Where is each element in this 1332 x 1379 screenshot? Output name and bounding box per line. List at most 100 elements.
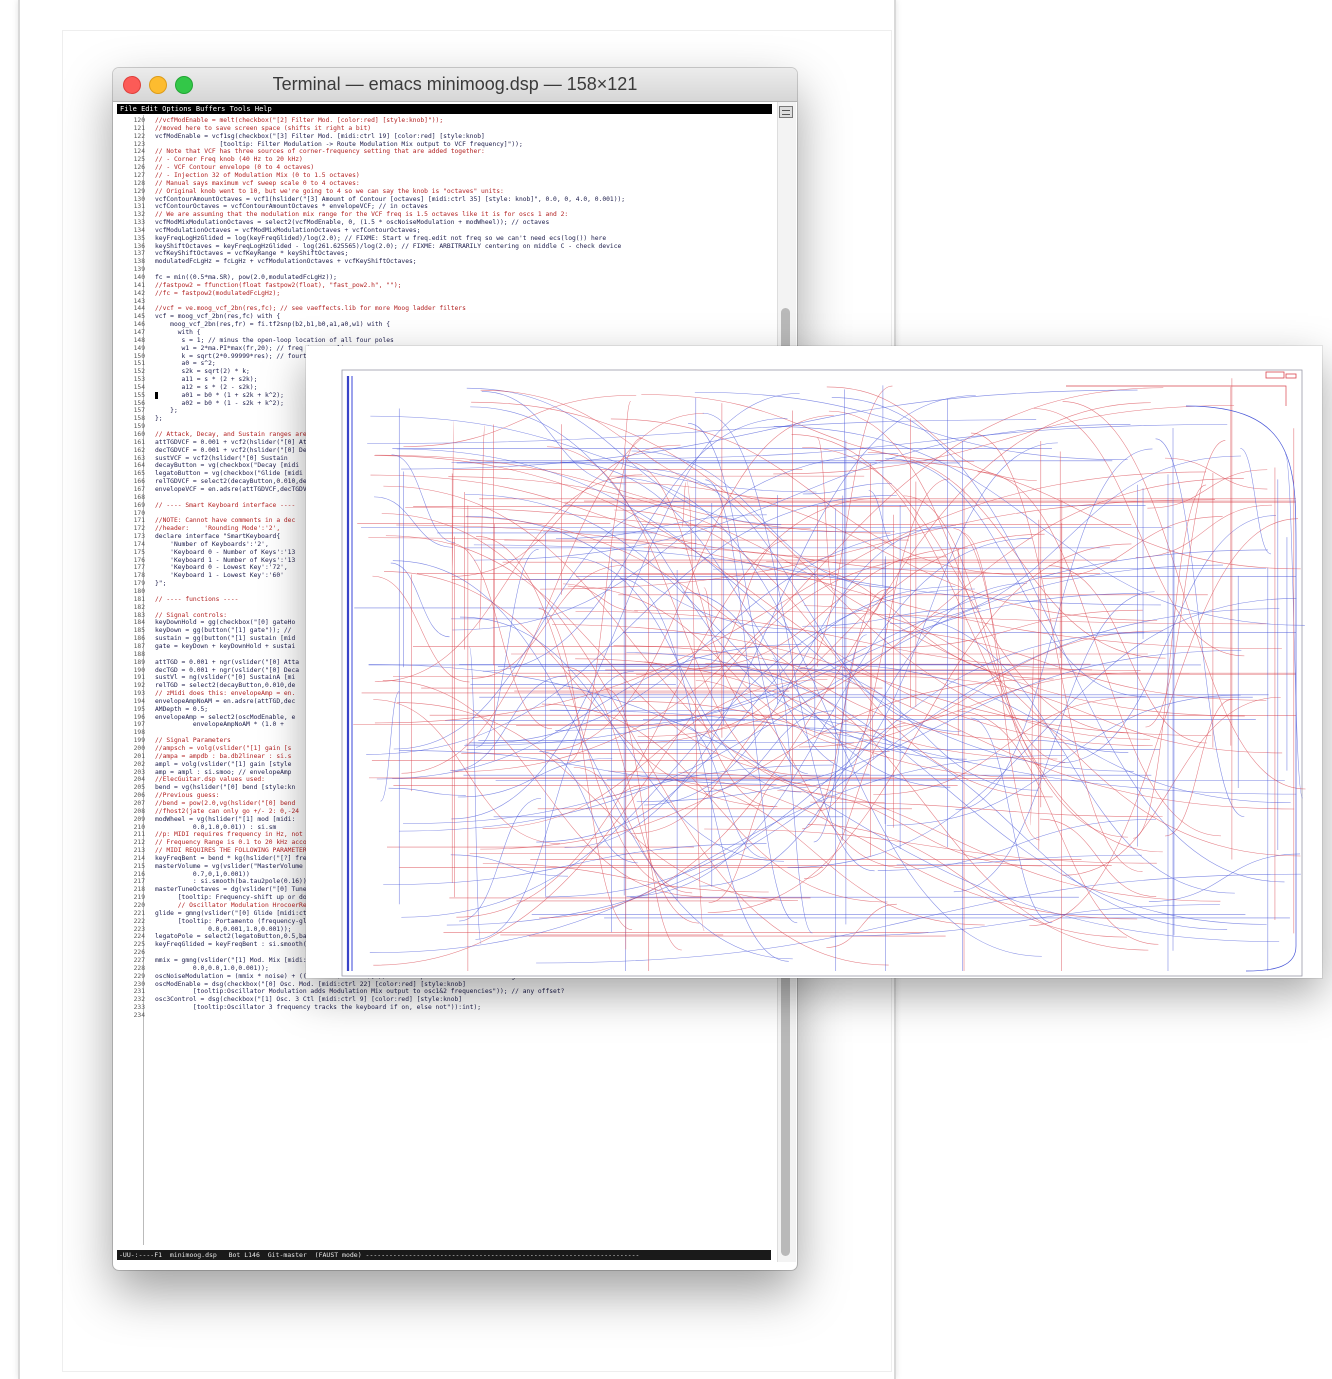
emacs-menu-bar[interactable]: File Edit Options Buffers Tools Help <box>117 104 772 114</box>
graph-output-node <box>1265 371 1285 379</box>
code-line: vcfModMixModulationOctaves = select2(vcf… <box>155 219 550 227</box>
code-line: decayButton = vg(checkbox("Decay [midi <box>155 462 300 470</box>
line-number: 227 <box>133 956 145 964</box>
line-number: 131 <box>133 203 145 211</box>
line-number: 199 <box>133 737 145 745</box>
line-number: 224 <box>133 933 145 941</box>
code-line: // Original knob went to 10, but we're g… <box>155 187 504 195</box>
graph-wire <box>446 608 1280 926</box>
graph-wire <box>804 605 1301 857</box>
code-line: //fhost2(jate can only go +/- 2: 0,-24 <box>155 807 300 815</box>
graph-wire <box>544 415 834 752</box>
graph-wire <box>616 477 1042 957</box>
graph-wire <box>1165 699 1233 837</box>
line-number: 170 <box>133 509 145 517</box>
line-number: 163 <box>133 454 145 462</box>
line-number: 133 <box>133 219 145 227</box>
code-line: relTGD = select2(decayButton,0.010,de <box>155 682 296 690</box>
line-number: 125 <box>133 156 145 164</box>
code-line: a0 = s^2; <box>155 360 216 368</box>
line-number: 213 <box>133 847 145 855</box>
line-number: 157 <box>133 407 145 415</box>
line-number: 176 <box>133 556 145 564</box>
code-line: // ---- functions ---- <box>155 595 239 603</box>
graph-wire <box>1135 504 1273 558</box>
graph-wire <box>380 691 400 802</box>
line-number: 139 <box>133 266 145 274</box>
code-line: //fc = fastpow2(modulatedFcLgHz); <box>155 289 281 297</box>
code-line: envelopeVCF = en.adsre(attTGDVCF,decTGDV… <box>155 485 311 493</box>
line-number: 196 <box>133 713 145 721</box>
line-number: 209 <box>133 815 145 823</box>
line-number: 188 <box>133 650 145 658</box>
line-number: 123 <box>133 140 145 148</box>
code-line: //ElecGuitar.dsp values used: <box>155 776 265 784</box>
line-number: 221 <box>133 909 145 917</box>
line-number: 166 <box>133 478 145 486</box>
graph-wire <box>956 710 1159 945</box>
graph-wire <box>705 479 798 924</box>
line-number: 161 <box>133 438 145 446</box>
signal-flow-graph-window[interactable] <box>306 346 1322 978</box>
graph-wire <box>547 446 810 785</box>
graph-wire <box>703 587 715 632</box>
emacs-mode-line: -UU-:----F1 minimoog.dsp Bot L146 Git-ma… <box>117 1250 771 1260</box>
line-number: 191 <box>133 674 145 682</box>
line-number: 192 <box>133 682 145 690</box>
code-line: sustain = gg(button("[1] sustain [mid <box>155 635 296 643</box>
code-line: //ampa = ampdb : ba.db2linear : si.s <box>155 752 292 760</box>
line-number: 215 <box>133 862 145 870</box>
code-line: a11 = s * (2 + s2k); <box>155 376 258 384</box>
line-number: 234 <box>133 1011 145 1019</box>
code-line: declare interface "SmartKeyboard{ <box>155 533 281 541</box>
code-line: //vcf = ve.moog_vcf_2bn(res,fc); // see … <box>155 305 466 313</box>
graph-wire <box>473 424 1131 561</box>
line-number: 219 <box>133 894 145 902</box>
line-number: 165 <box>133 470 145 478</box>
line-number: 138 <box>133 258 145 266</box>
line-number: 128 <box>133 179 145 187</box>
code-line: modulatedFcLgHz = fcLgHz + vcfModulation… <box>155 258 417 266</box>
title-bar[interactable]: Terminal — emacs minimoog.dsp — 158×121 <box>113 68 797 102</box>
graph-wire <box>372 575 470 683</box>
code-line: // Signal controls: <box>155 611 228 619</box>
line-number: 146 <box>133 321 145 329</box>
graph-wire <box>773 405 1235 475</box>
line-number: 201 <box>133 752 145 760</box>
code-line: relTGDVCF = select2(decayButton,0.010,de <box>155 478 307 486</box>
graph-wire <box>831 397 1285 883</box>
line-number: 169 <box>133 501 145 509</box>
code-line: // Signal Parameters <box>155 737 231 745</box>
code-line: // ---- Smart Keyboard interface ---- <box>155 501 296 509</box>
line-number: 193 <box>133 690 145 698</box>
graph-wire <box>802 483 892 495</box>
line-number: 158 <box>133 415 145 423</box>
graph-wire <box>374 496 454 548</box>
line-number: 225 <box>133 941 145 949</box>
code-line: s2k = sqrt(2) * k; <box>155 368 250 376</box>
line-number: 203 <box>133 768 145 776</box>
line-number: 190 <box>133 666 145 674</box>
line-number: 218 <box>133 886 145 894</box>
code-line: // We are assuming that the modulation m… <box>155 211 569 219</box>
code-line: a01 = b0 * (1 + s2k + k^2); <box>155 391 284 399</box>
line-number: 132 <box>133 211 145 219</box>
code-line: bend = vg(hslider("[0] bend [style:kn <box>155 784 296 792</box>
line-number: 173 <box>133 533 145 541</box>
line-number: 142 <box>133 289 145 297</box>
code-line: vcfKeyShiftOctaves = vcfKeyRange * keySh… <box>155 250 349 258</box>
line-number: 151 <box>133 360 145 368</box>
code-line: }"; <box>155 580 167 588</box>
scrollbar-menu-icon[interactable] <box>779 106 793 118</box>
graph-wire <box>807 824 1127 938</box>
code-line: keyDown = gg(button("[1] gate")); // <box>155 627 292 635</box>
code-line: vcfModEnable = vcf1sg(checkbox("[3] Filt… <box>155 132 485 140</box>
code-line: //vcfModEnable = melt(checkbox("[2] Filt… <box>155 117 444 124</box>
code-line: : si.smooth(ba.tau2pole(0.16)); <box>155 878 311 886</box>
line-number: 120 <box>133 117 145 124</box>
code-line: with { <box>155 328 201 336</box>
line-number: 222 <box>133 917 145 925</box>
graph-wire <box>450 542 552 730</box>
line-number: 212 <box>133 839 145 847</box>
graph-wire <box>810 801 1163 817</box>
